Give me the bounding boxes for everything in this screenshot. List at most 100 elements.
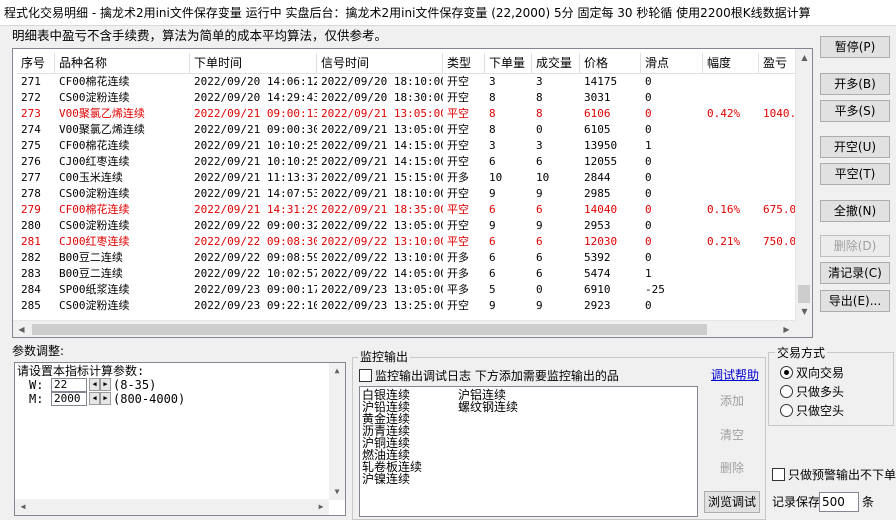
param-m-input[interactable]: 2000 — [51, 392, 87, 406]
warn-only-checkbox[interactable] — [772, 468, 785, 481]
cell-filled-qty: 9 — [536, 219, 543, 232]
trade-mode-radio-short[interactable] — [780, 404, 793, 417]
table-row[interactable]: 277 C00玉米连续 2022/09/21 11:13:37 2022/09/21 … — [17, 170, 811, 186]
param-w-input[interactable]: 22 — [51, 378, 87, 392]
table-row[interactable]: 271 CF00棉花连续 2022/09/20 14:06:12 2022/09/20… — [17, 74, 811, 90]
open-long-button[interactable]: 开多(B) — [820, 73, 890, 95]
table-row[interactable]: 281 CJ00红枣连续 2022/09/22 09:08:30 2022/09/22… — [17, 234, 811, 250]
cell-filled-qty: 10 — [536, 171, 550, 184]
cell-index: 273 — [21, 107, 41, 120]
param-w-stepper[interactable]: ◀ ▶ — [89, 378, 111, 391]
pause-button[interactable]: 暂停(P) — [820, 36, 890, 58]
cell-index: 281 — [21, 235, 41, 248]
list-item[interactable]: 沪镍连续 — [362, 473, 410, 485]
param-m-stepper[interactable]: ◀ ▶ — [89, 392, 111, 405]
cell-type: 开空 — [447, 75, 469, 88]
table-row[interactable]: 279 CF00棉花连续 2022/09/21 14:31:29 2022/09/21… — [17, 202, 811, 218]
delete-button[interactable]: 删除(D) — [820, 235, 890, 257]
params-horizontal-scrollbar[interactable]: ◀ ▶ — [15, 499, 329, 515]
debug-help-link[interactable]: 调试帮助 — [711, 368, 759, 382]
increment-icon[interactable]: ▶ — [100, 378, 111, 391]
table-row[interactable]: 274 V00聚氯乙烯连续 2022/09/21 09:00:30 2022/09/2… — [17, 122, 811, 138]
close-short-button[interactable]: 平空(T) — [820, 163, 890, 185]
col-header-price[interactable]: 价格 — [580, 53, 641, 74]
table-row[interactable]: 278 CS00淀粉连续 2022/09/21 14:07:53 2022/09/21… — [17, 186, 811, 202]
cell-index: 283 — [21, 267, 41, 280]
params-heading: 请设置本指标计算参数: — [17, 364, 145, 378]
cell-type: 开空 — [447, 219, 469, 232]
cell-slippage: 0 — [645, 75, 652, 88]
scroll-left-icon[interactable]: ◀ — [13, 321, 30, 337]
cell-price: 12055 — [584, 155, 618, 168]
table-row[interactable]: 285 CS00淀粉连续 2022/09/23 09:22:10 2022/09/23… — [17, 298, 811, 314]
table-row[interactable]: 273 V00聚氯乙烯连续 2022/09/21 09:00:13 2022/09/2… — [17, 106, 811, 122]
table-row[interactable]: 276 CJ00红枣连续 2022/09/21 10:10:25 2022/09/21… — [17, 154, 811, 170]
scroll-right-icon[interactable]: ▶ — [313, 499, 329, 515]
trade-mode-radio-both[interactable] — [780, 366, 793, 379]
monitor-add-button[interactable]: 添加 — [712, 391, 752, 413]
cell-order-qty: 6 — [489, 203, 496, 216]
scroll-left-icon[interactable]: ◀ — [15, 499, 31, 515]
decrement-icon[interactable]: ◀ — [89, 392, 100, 405]
trade-mode-label: 交易方式 — [775, 346, 828, 360]
open-short-button[interactable]: 开空(U) — [820, 136, 890, 158]
monitor-debug-checkbox[interactable] — [359, 369, 372, 382]
col-header-slippage[interactable]: 滑点 — [641, 53, 703, 74]
col-header-order-qty[interactable]: 下单量 — [485, 53, 532, 74]
scroll-up-icon[interactable]: ▲ — [796, 49, 812, 66]
cell-filled-qty: 6 — [536, 203, 543, 216]
export-button[interactable]: 导出(E)... — [820, 290, 890, 312]
monitor-clear-button[interactable]: 清空 — [712, 425, 752, 447]
table-row[interactable]: 272 CS00淀粉连续 2022/09/20 14:29:43 2022/09/20… — [17, 90, 811, 106]
col-header-index[interactable]: 序号 — [17, 53, 55, 74]
scroll-down-icon[interactable]: ▼ — [329, 484, 345, 500]
close-all-button[interactable]: 全撤(N) — [820, 200, 890, 222]
scroll-up-icon[interactable]: ▲ — [329, 363, 345, 379]
trade-mode-radio-long[interactable] — [780, 385, 793, 398]
table-horizontal-scrollbar[interactable]: ◀ ▶ — [13, 320, 795, 337]
cell-order-time: 2022/09/22 09:08:30 — [194, 235, 317, 248]
cell-order-qty: 6 — [489, 155, 496, 168]
scrollbar-thumb[interactable] — [32, 324, 707, 335]
col-header-symbol[interactable]: 品种名称 — [55, 53, 190, 74]
col-header-filled-qty[interactable]: 成交量 — [532, 53, 580, 74]
scrollbar-thumb[interactable] — [798, 285, 810, 303]
cell-order-time: 2022/09/22 09:08:59 — [194, 251, 317, 264]
table-row[interactable]: 280 CS00淀粉连续 2022/09/22 09:00:32 2022/09/22… — [17, 218, 811, 234]
cell-price: 2953 — [584, 219, 611, 232]
cell-change-pct: 0.42% — [707, 107, 741, 120]
browse-debug-button[interactable]: 浏览调试 — [704, 491, 760, 513]
scroll-down-icon[interactable]: ▼ — [796, 303, 812, 320]
cell-filled-qty: 6 — [536, 155, 543, 168]
col-header-signal-time[interactable]: 信号时间 — [317, 53, 443, 74]
cell-symbol: CS00淀粉连续 — [59, 187, 130, 200]
increment-icon[interactable]: ▶ — [100, 392, 111, 405]
cell-order-time: 2022/09/20 14:06:12 — [194, 75, 317, 88]
monitor-delete-button[interactable]: 删除 — [712, 458, 752, 480]
table-row[interactable]: 282 B00豆二连续 2022/09/22 09:08:59 2022/09/22 … — [17, 250, 811, 266]
decrement-icon[interactable]: ◀ — [89, 378, 100, 391]
clear-log-button[interactable]: 清记录(C) — [820, 262, 890, 284]
cell-price: 13950 — [584, 139, 618, 152]
cell-slippage: 0 — [645, 219, 652, 232]
col-header-type[interactable]: 类型 — [443, 53, 485, 74]
table-vertical-scrollbar[interactable]: ▲ ▼ — [795, 49, 812, 320]
table-row[interactable]: 275 CF00棉花连续 2022/09/21 10:10:25 2022/09/21… — [17, 138, 811, 154]
params-vertical-scrollbar[interactable]: ▲ ▼ — [329, 363, 345, 500]
close-long-button[interactable]: 平多(S) — [820, 100, 890, 122]
cell-slippage: 0 — [645, 107, 652, 120]
scroll-right-icon[interactable]: ▶ — [778, 321, 795, 337]
col-header-order-time[interactable]: 下单时间 — [190, 53, 317, 74]
trade-detail-table[interactable]: 序号 品种名称 下单时间 信号时间 类型 下单量 成交量 价格 滑点 幅度 盈亏… — [12, 48, 813, 338]
trade-mode-option-long: 只做多头 — [796, 385, 845, 399]
cell-index: 272 — [21, 91, 41, 104]
table-row[interactable]: 284 SP00纸浆连续 2022/09/23 09:00:17 2022/09/23… — [17, 282, 811, 298]
monitor-symbol-list[interactable]: 白银连续 沪铅连续 黄金连续 沥青连续 沪铜连续 燃油连续 轧卷板连续 沪镍连续… — [359, 386, 698, 517]
cell-type: 平空 — [447, 235, 469, 248]
save-records-input[interactable]: 500 — [819, 492, 859, 512]
list-item[interactable]: 螺纹钢连续 — [458, 401, 518, 413]
col-header-change-pct[interactable]: 幅度 — [703, 53, 759, 74]
cell-index: 276 — [21, 155, 41, 168]
table-row[interactable]: 283 B00豆二连续 2022/09/22 10:02:57 2022/09/22 … — [17, 266, 811, 282]
cell-order-time: 2022/09/20 14:29:43 — [194, 91, 317, 104]
